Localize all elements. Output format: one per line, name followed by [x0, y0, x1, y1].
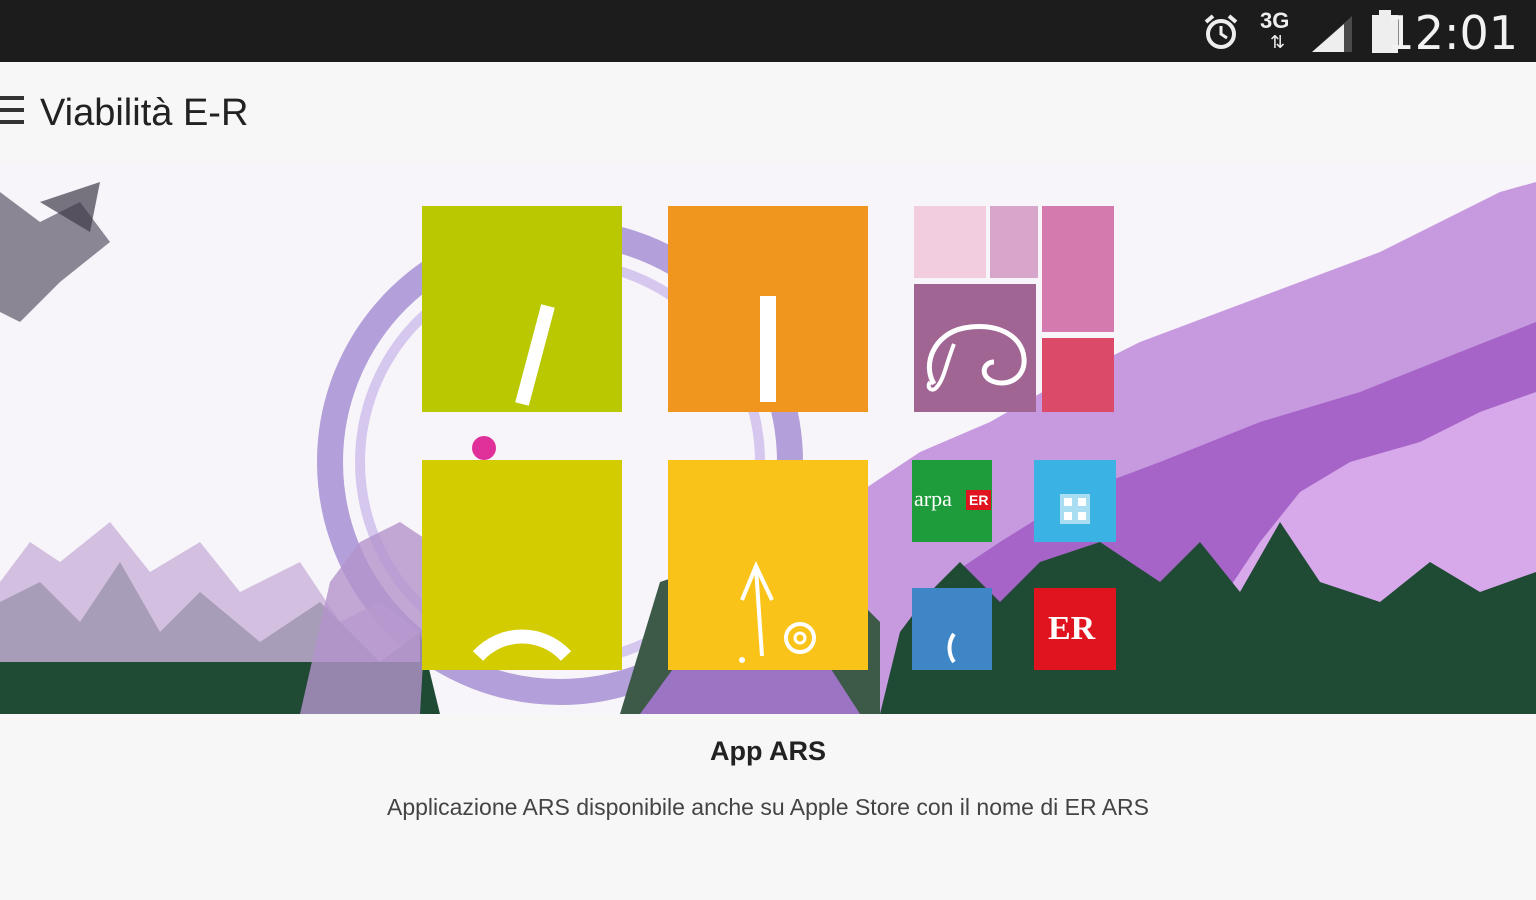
arrow-at-glyph-icon — [739, 561, 816, 663]
network-3g-icon: 3G ⇅ — [1260, 8, 1290, 52]
arc-glyph-icon — [472, 629, 572, 662]
slash-glyph-icon — [515, 304, 555, 406]
er-tile[interactable]: ER — [1034, 588, 1116, 670]
arpa-tile[interactable]: arpa ER — [912, 460, 992, 542]
page-title: Viabilità E-R — [40, 92, 249, 134]
status-bar: 3G ⇅ 12:01 — [0, 0, 1536, 62]
banner-image: arpa ER ER — [0, 162, 1536, 714]
network-label: 3G — [1260, 8, 1290, 33]
hamburger-menu-icon[interactable] — [0, 96, 26, 130]
green-tile[interactable] — [422, 206, 622, 412]
pink-mosaic-tile[interactable] — [914, 206, 1114, 412]
yellow-green-tile[interactable] — [422, 460, 622, 670]
parenthesis-glyph-icon — [947, 632, 956, 664]
orange-tile[interactable] — [668, 206, 868, 412]
alarm-icon — [1204, 14, 1238, 49]
qr-code-icon — [1060, 494, 1090, 524]
item-description: Applicazione ARS disponibile anche su Ap… — [386, 794, 1149, 820]
blue-tile[interactable] — [912, 588, 992, 670]
yellow-tile[interactable] — [668, 460, 868, 670]
arpa-badge: ER — [966, 490, 992, 510]
app-bar: Viabilità E-R — [0, 62, 1536, 162]
qr-tile[interactable] — [1034, 460, 1116, 542]
er-label: ER — [1048, 610, 1096, 647]
elephant-swirl-icon — [926, 324, 1027, 392]
arpa-label: arpa — [914, 486, 952, 511]
item-title: App ARS — [710, 736, 826, 766]
clock: 12:01 — [1385, 6, 1518, 60]
bar-glyph-icon — [760, 296, 776, 402]
signal-icon — [1312, 16, 1352, 52]
